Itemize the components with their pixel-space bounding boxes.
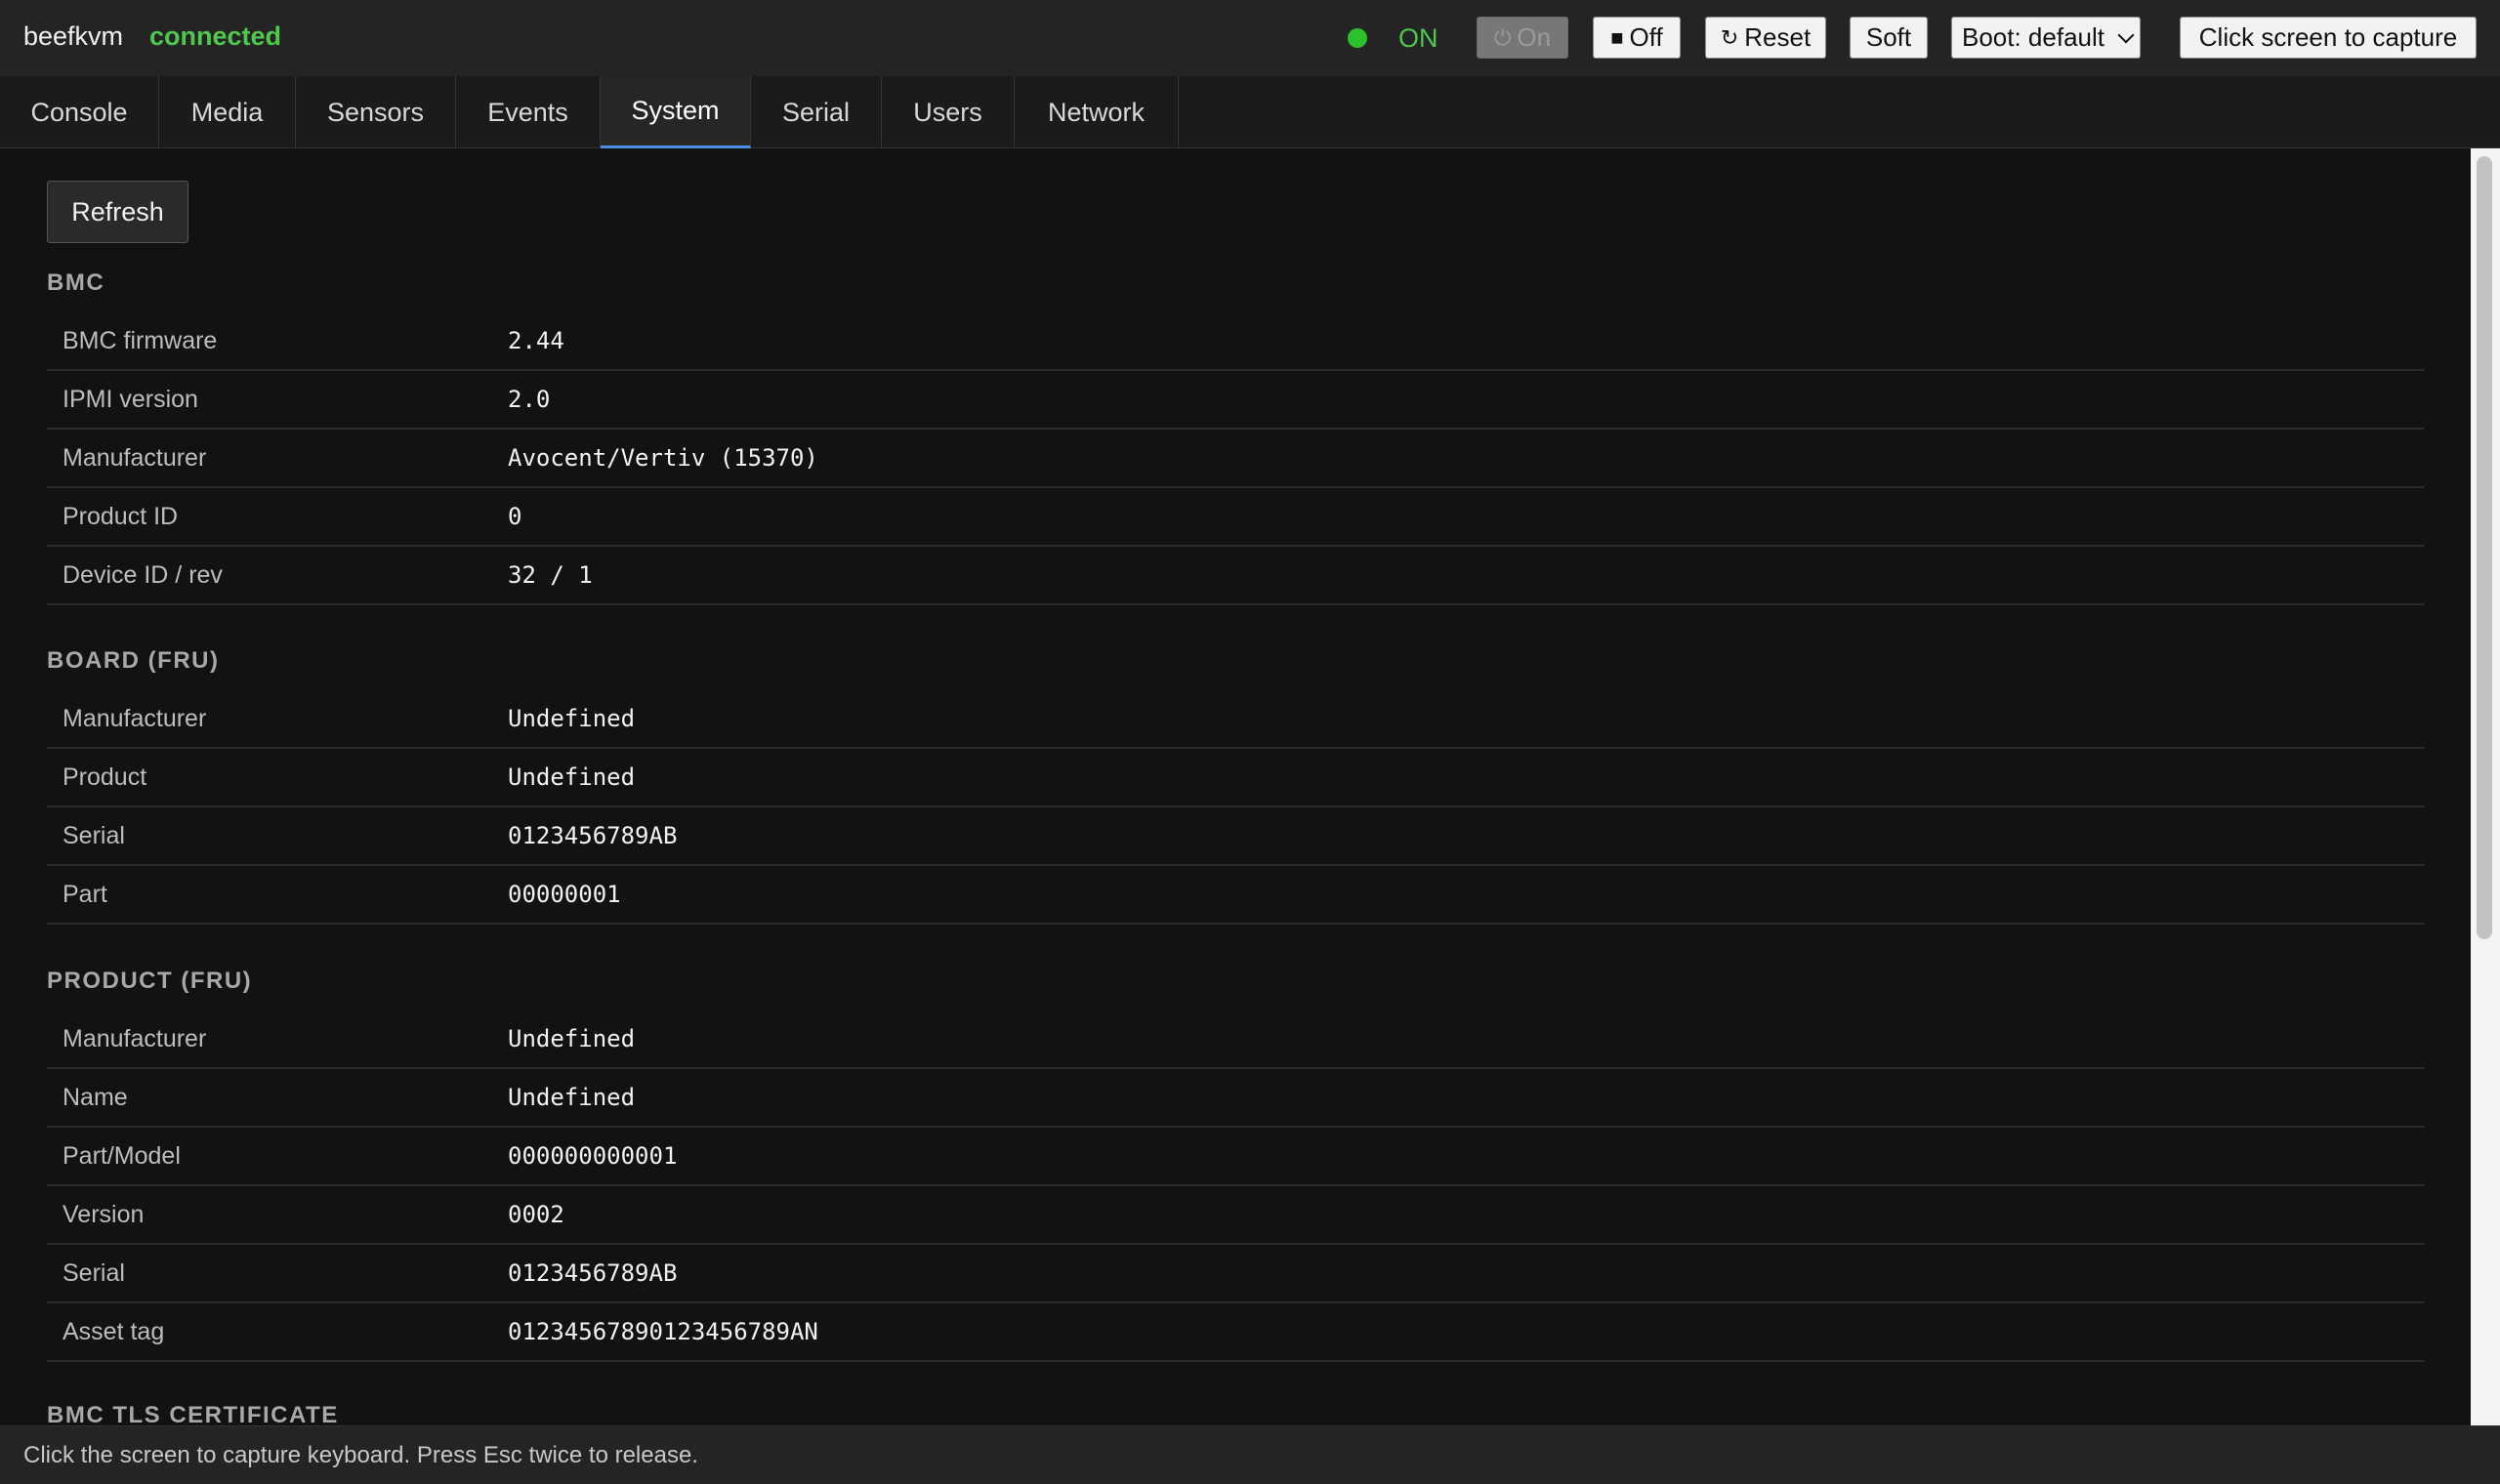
row-value: 0123456789AB — [508, 822, 678, 849]
row-value: 01234567890123456789AN — [508, 1318, 818, 1345]
reset-button[interactable]: ↻ Reset — [1705, 17, 1826, 59]
chevron-down-icon — [2117, 26, 2135, 43]
table-row: Product ID 0 — [47, 488, 2424, 547]
table-row: Manufacturer Undefined — [47, 1010, 2424, 1069]
capture-button[interactable]: Click screen to capture — [2180, 17, 2477, 59]
board-fru-table: Manufacturer Undefined Product Undefined S… — [47, 690, 2424, 925]
table-row: Part 00000001 — [47, 866, 2424, 925]
power-off-label: Off — [1629, 22, 1663, 52]
power-icon: ⏻ — [1493, 24, 1512, 50]
section-title-product: PRODUCT (FRU) — [47, 968, 253, 994]
row-key: IPMI version — [62, 385, 198, 413]
row-key: BMC firmware — [62, 326, 218, 354]
tab-serial[interactable]: Serial — [751, 76, 882, 148]
row-value: 0002 — [508, 1201, 564, 1228]
soft-label: Soft — [1865, 22, 1912, 52]
row-key: Asset tag — [62, 1317, 165, 1345]
row-value: 32 / 1 — [508, 561, 593, 589]
row-key: Serial — [62, 1258, 125, 1287]
hostname: beefkvm — [23, 21, 124, 51]
top-bar: beefkvm connected ON ⏻ On ■ Off ↻ Reset … — [0, 0, 2500, 76]
power-off-button[interactable]: ■ Off — [1593, 17, 1681, 59]
row-value: 2.0 — [508, 386, 551, 413]
connection-status: connected — [149, 21, 282, 51]
tab-sensors[interactable]: Sensors — [296, 76, 456, 148]
row-value: Undefined — [508, 1025, 636, 1052]
product-fru-table: Manufacturer Undefined Name Undefined Part… — [47, 1010, 2424, 1362]
row-key: Part/Model — [62, 1141, 181, 1170]
row-value: Undefined — [508, 705, 636, 732]
row-key: Manufacturer — [62, 443, 207, 472]
section-title-bmc: BMC — [47, 269, 105, 296]
bmc-info-table: BMC firmware 2.44 IPMI version 2.0 Manufac… — [47, 312, 2424, 605]
table-row: Asset tag 01234567890123456789AN — [47, 1303, 2424, 1362]
table-row: Version 0002 — [47, 1186, 2424, 1245]
row-key: Product — [62, 763, 147, 791]
tab-events[interactable]: Events — [456, 76, 601, 148]
power-on-button[interactable]: ⏻ On — [1477, 17, 1568, 59]
reload-icon: ↻ — [1720, 24, 1739, 50]
reset-label: Reset — [1744, 22, 1812, 52]
status-bar: Click the screen to capture keyboard. Pr… — [0, 1425, 2500, 1484]
table-row: Serial 0123456789AB — [47, 1245, 2424, 1303]
row-key: Device ID / rev — [62, 560, 223, 589]
power-status-dot — [1348, 28, 1367, 48]
boot-select[interactable]: Boot: default — [1951, 17, 2141, 59]
row-value: Undefined — [508, 1084, 636, 1111]
tab-console[interactable]: Console — [0, 76, 159, 148]
row-value: 000000000001 — [508, 1142, 678, 1170]
table-row: Serial 0123456789AB — [47, 807, 2424, 866]
boot-select-value: Boot: default — [1962, 22, 2104, 52]
capture-label: Click screen to capture — [2198, 22, 2458, 52]
table-row: Name Undefined — [47, 1069, 2424, 1128]
row-value: Avocent/Vertiv (15370) — [508, 444, 818, 472]
row-value: 0 — [508, 503, 522, 530]
row-key: Part — [62, 880, 107, 908]
row-key: Version — [62, 1200, 145, 1228]
table-row: BMC firmware 2.44 — [47, 312, 2424, 371]
tab-users[interactable]: Users — [882, 76, 1015, 148]
table-row: Device ID / rev 32 / 1 — [47, 547, 2424, 605]
scrollbar-thumb[interactable] — [2477, 156, 2492, 939]
stop-square-icon: ■ — [1610, 24, 1624, 50]
row-value: Undefined — [508, 763, 636, 791]
refresh-button[interactable]: Refresh — [47, 181, 188, 243]
table-row: Part/Model 000000000001 — [47, 1128, 2424, 1186]
row-key: Name — [62, 1083, 128, 1111]
table-row: Manufacturer Undefined — [47, 690, 2424, 749]
row-key: Product ID — [62, 502, 179, 530]
system-panel: Refresh BMC BMC firmware 2.44 IPMI versio… — [0, 148, 2471, 1425]
row-value: 00000001 — [508, 881, 621, 908]
section-title-tls: BMC TLS CERTIFICATE — [47, 1402, 339, 1425]
tab-bar: Console Media Sensors Events System Seri… — [0, 76, 2500, 148]
table-row: Product Undefined — [47, 749, 2424, 807]
row-key: Manufacturer — [62, 1024, 207, 1052]
soft-button[interactable]: Soft — [1850, 17, 1928, 59]
tab-network[interactable]: Network — [1015, 76, 1179, 148]
power-state: ON — [1398, 23, 1438, 53]
status-message: Click the screen to capture keyboard. Pr… — [23, 1441, 698, 1468]
power-on-label: On — [1517, 22, 1552, 52]
table-row: IPMI version 2.0 — [47, 371, 2424, 430]
row-key: Manufacturer — [62, 704, 207, 732]
row-value: 2.44 — [508, 327, 564, 354]
row-value: 0123456789AB — [508, 1259, 678, 1287]
tab-system[interactable]: System — [601, 76, 751, 148]
table-row: Manufacturer Avocent/Vertiv (15370) — [47, 430, 2424, 488]
section-title-board: BOARD (FRU) — [47, 647, 220, 674]
tab-media[interactable]: Media — [159, 76, 296, 148]
row-key: Serial — [62, 821, 125, 849]
